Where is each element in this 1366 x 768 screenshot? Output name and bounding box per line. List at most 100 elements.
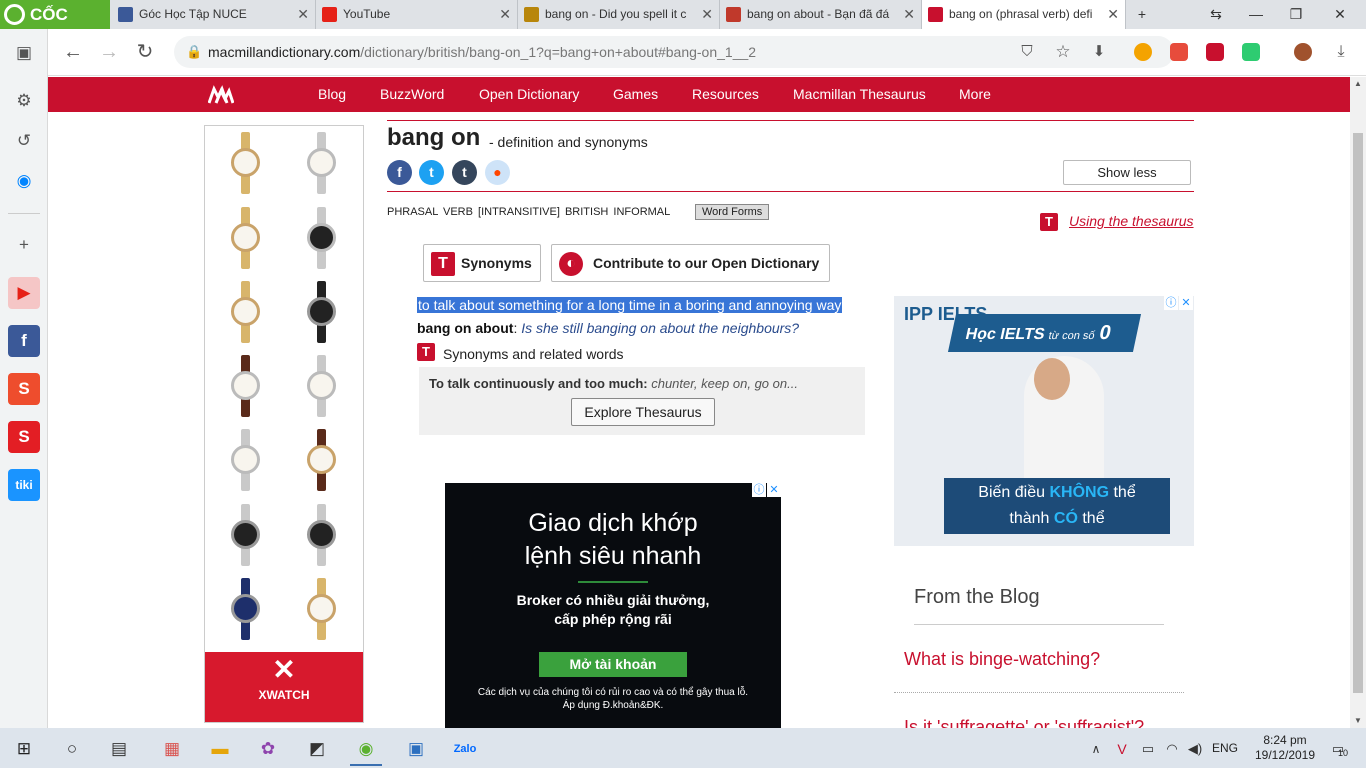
tab-youtube[interactable]: YouTube ✕ xyxy=(316,0,518,29)
clock[interactable]: 8:24 pm 19/12/2019 xyxy=(1250,733,1320,763)
tab-spell[interactable]: bang on - Did you spell it c ✕ xyxy=(518,0,720,29)
watch-ad[interactable]: ✕ XWATCH xyxy=(204,125,364,723)
show-less-button[interactable]: Show less xyxy=(1063,160,1191,185)
volume-icon[interactable]: ◀) xyxy=(1183,732,1207,766)
messenger-icon[interactable]: ◉ xyxy=(8,165,40,197)
using-thesaurus-link[interactable]: Using the thesaurus xyxy=(1069,213,1194,229)
lock-icon[interactable]: 🔒 xyxy=(186,36,202,68)
app-4-icon[interactable]: ◩ xyxy=(297,732,337,766)
watch-image[interactable] xyxy=(307,132,336,194)
settings-gear-icon[interactable]: ⚙ xyxy=(8,85,40,117)
scroll-down-icon[interactable]: ▼ xyxy=(1350,714,1366,728)
tray-app-icon[interactable]: V xyxy=(1110,732,1134,766)
nav-games[interactable]: Games xyxy=(613,77,658,112)
ad-info-icon[interactable]: ⓘ xyxy=(752,483,766,497)
trading-ad[interactable]: Giao dịch khớp lệnh siêu nhanh Broker có … xyxy=(445,483,781,728)
shield-icon[interactable]: ⛉ xyxy=(1012,37,1042,67)
extension-1-icon[interactable] xyxy=(1134,43,1152,61)
scroll-thumb[interactable] xyxy=(1353,133,1363,693)
ad-close-icon[interactable]: ✕ xyxy=(1179,296,1193,310)
battery-icon[interactable]: ▭ xyxy=(1136,732,1160,766)
word-forms-button[interactable]: Word Forms xyxy=(695,204,770,220)
shopee-shortcut-icon[interactable]: S xyxy=(8,373,40,405)
watch-image[interactable] xyxy=(231,132,260,194)
tumblr-share-icon[interactable]: t xyxy=(452,160,477,185)
nav-resources[interactable]: Resources xyxy=(692,77,759,112)
new-tab-button[interactable]: + xyxy=(1122,0,1162,29)
file-explorer-icon[interactable]: ▬ xyxy=(200,732,240,766)
nav-more[interactable]: More xyxy=(959,77,991,112)
explore-thesaurus-button[interactable]: Explore Thesaurus xyxy=(571,398,715,426)
sendo-shortcut-icon[interactable]: S xyxy=(8,421,40,453)
download-page-icon[interactable]: ⬇ xyxy=(1084,37,1114,67)
watch-image[interactable] xyxy=(231,504,260,566)
extension-2-icon[interactable] xyxy=(1170,43,1188,61)
close-icon[interactable]: ✕ xyxy=(701,0,713,29)
add-shortcut-icon[interactable]: + xyxy=(8,229,40,261)
extension-3-icon[interactable] xyxy=(1206,43,1224,61)
facebook-shortcut-icon[interactable]: f xyxy=(8,325,40,357)
forward-button[interactable]: → xyxy=(94,37,124,67)
page-scrollbar[interactable]: ▲ ▼ xyxy=(1350,77,1366,728)
watch-image[interactable] xyxy=(307,355,336,417)
watch-image[interactable] xyxy=(231,207,260,269)
watch-image[interactable] xyxy=(231,355,260,417)
watch-image[interactable] xyxy=(231,429,260,491)
youtube-shortcut-icon[interactable]: ▶ xyxy=(8,277,40,309)
close-icon[interactable]: ✕ xyxy=(297,0,309,29)
start-windows-icon[interactable]: ⊞ xyxy=(4,732,44,766)
watch-image[interactable] xyxy=(307,281,336,343)
blog-link[interactable]: Is it 'suffragette' or 'suffragist'? xyxy=(904,717,1144,728)
app-6-icon[interactable]: ▣ xyxy=(396,732,436,766)
close-icon[interactable]: ✕ xyxy=(903,0,915,29)
app-3-icon[interactable]: ✿ xyxy=(248,732,288,766)
ielts-ad[interactable]: IPP IELTS Học IELTS từ con số 0 Biến điề… xyxy=(894,296,1194,546)
xwatch-banner[interactable]: ✕ XWATCH xyxy=(205,652,363,722)
watch-image[interactable] xyxy=(231,281,260,343)
ad-info-icon[interactable]: ⓘ xyxy=(1164,296,1178,310)
nav-buzzword[interactable]: BuzzWord xyxy=(380,77,444,112)
contribute-button[interactable]: ◐ Contribute to our Open Dictionary xyxy=(551,244,830,282)
watch-image[interactable] xyxy=(307,207,336,269)
language-indicator[interactable]: ENG xyxy=(1212,741,1238,755)
history-icon[interactable]: ↺ xyxy=(8,125,40,157)
avatar[interactable] xyxy=(1294,43,1312,61)
tab-goc-hoc-tap[interactable]: Góc Học Tập NUCE ✕ xyxy=(112,0,316,29)
minimize-button[interactable]: — xyxy=(1236,0,1276,29)
watch-image[interactable] xyxy=(307,578,336,640)
tray-chevron-icon[interactable]: ∧ xyxy=(1084,732,1108,766)
ad-close-icon[interactable]: ✕ xyxy=(767,483,781,497)
back-button[interactable]: ← xyxy=(58,37,88,67)
watch-image[interactable] xyxy=(307,429,336,491)
close-icon[interactable]: ✕ xyxy=(1107,0,1119,29)
scroll-up-icon[interactable]: ▲ xyxy=(1350,77,1366,91)
tab-bang-on-about[interactable]: bang on about - Bạn đã đá ✕ xyxy=(720,0,922,29)
maximize-button[interactable]: ❐ xyxy=(1276,0,1316,29)
watch-image[interactable] xyxy=(231,578,260,640)
zalo-icon[interactable]: Zalo xyxy=(445,732,485,766)
sidebar-toggle-icon[interactable]: ▣ xyxy=(8,37,40,69)
tiki-shortcut-icon[interactable]: tiki xyxy=(8,469,40,501)
nav-macmillan-thesaurus[interactable]: Macmillan Thesaurus xyxy=(793,77,926,112)
nav-open-dictionary[interactable]: Open Dictionary xyxy=(479,77,579,112)
task-view-icon[interactable]: ▤ xyxy=(99,732,139,766)
twitter-share-icon[interactable]: t xyxy=(419,160,444,185)
close-icon[interactable]: ✕ xyxy=(499,0,511,29)
downloads-icon[interactable]: ⤓ xyxy=(1326,37,1356,67)
facebook-share-icon[interactable]: f xyxy=(387,160,412,185)
coccoc-menu-button[interactable]: CỐC CỐC xyxy=(0,0,110,53)
watch-image[interactable] xyxy=(307,504,336,566)
reload-button[interactable]: ↻ xyxy=(130,37,160,67)
search-icon[interactable]: ○ xyxy=(52,732,92,766)
app-1-icon[interactable]: ▦ xyxy=(152,732,192,766)
blog-link[interactable]: What is binge-watching? xyxy=(904,649,1100,670)
tab-macmillan[interactable]: bang on (phrasal verb) defi ✕ xyxy=(922,0,1126,29)
bookmark-star-icon[interactable]: ☆ xyxy=(1048,37,1078,67)
open-account-button[interactable]: Mở tài khoản xyxy=(539,652,687,677)
synonyms-button[interactable]: T Synonyms xyxy=(423,244,541,282)
close-window-button[interactable]: ✕ xyxy=(1320,0,1360,29)
wifi-icon[interactable]: ◠ xyxy=(1160,732,1184,766)
reddit-share-icon[interactable]: ● xyxy=(485,160,510,185)
nav-blog[interactable]: Blog xyxy=(318,77,346,112)
coccoc-taskbar-icon[interactable]: ◉ xyxy=(346,732,386,766)
